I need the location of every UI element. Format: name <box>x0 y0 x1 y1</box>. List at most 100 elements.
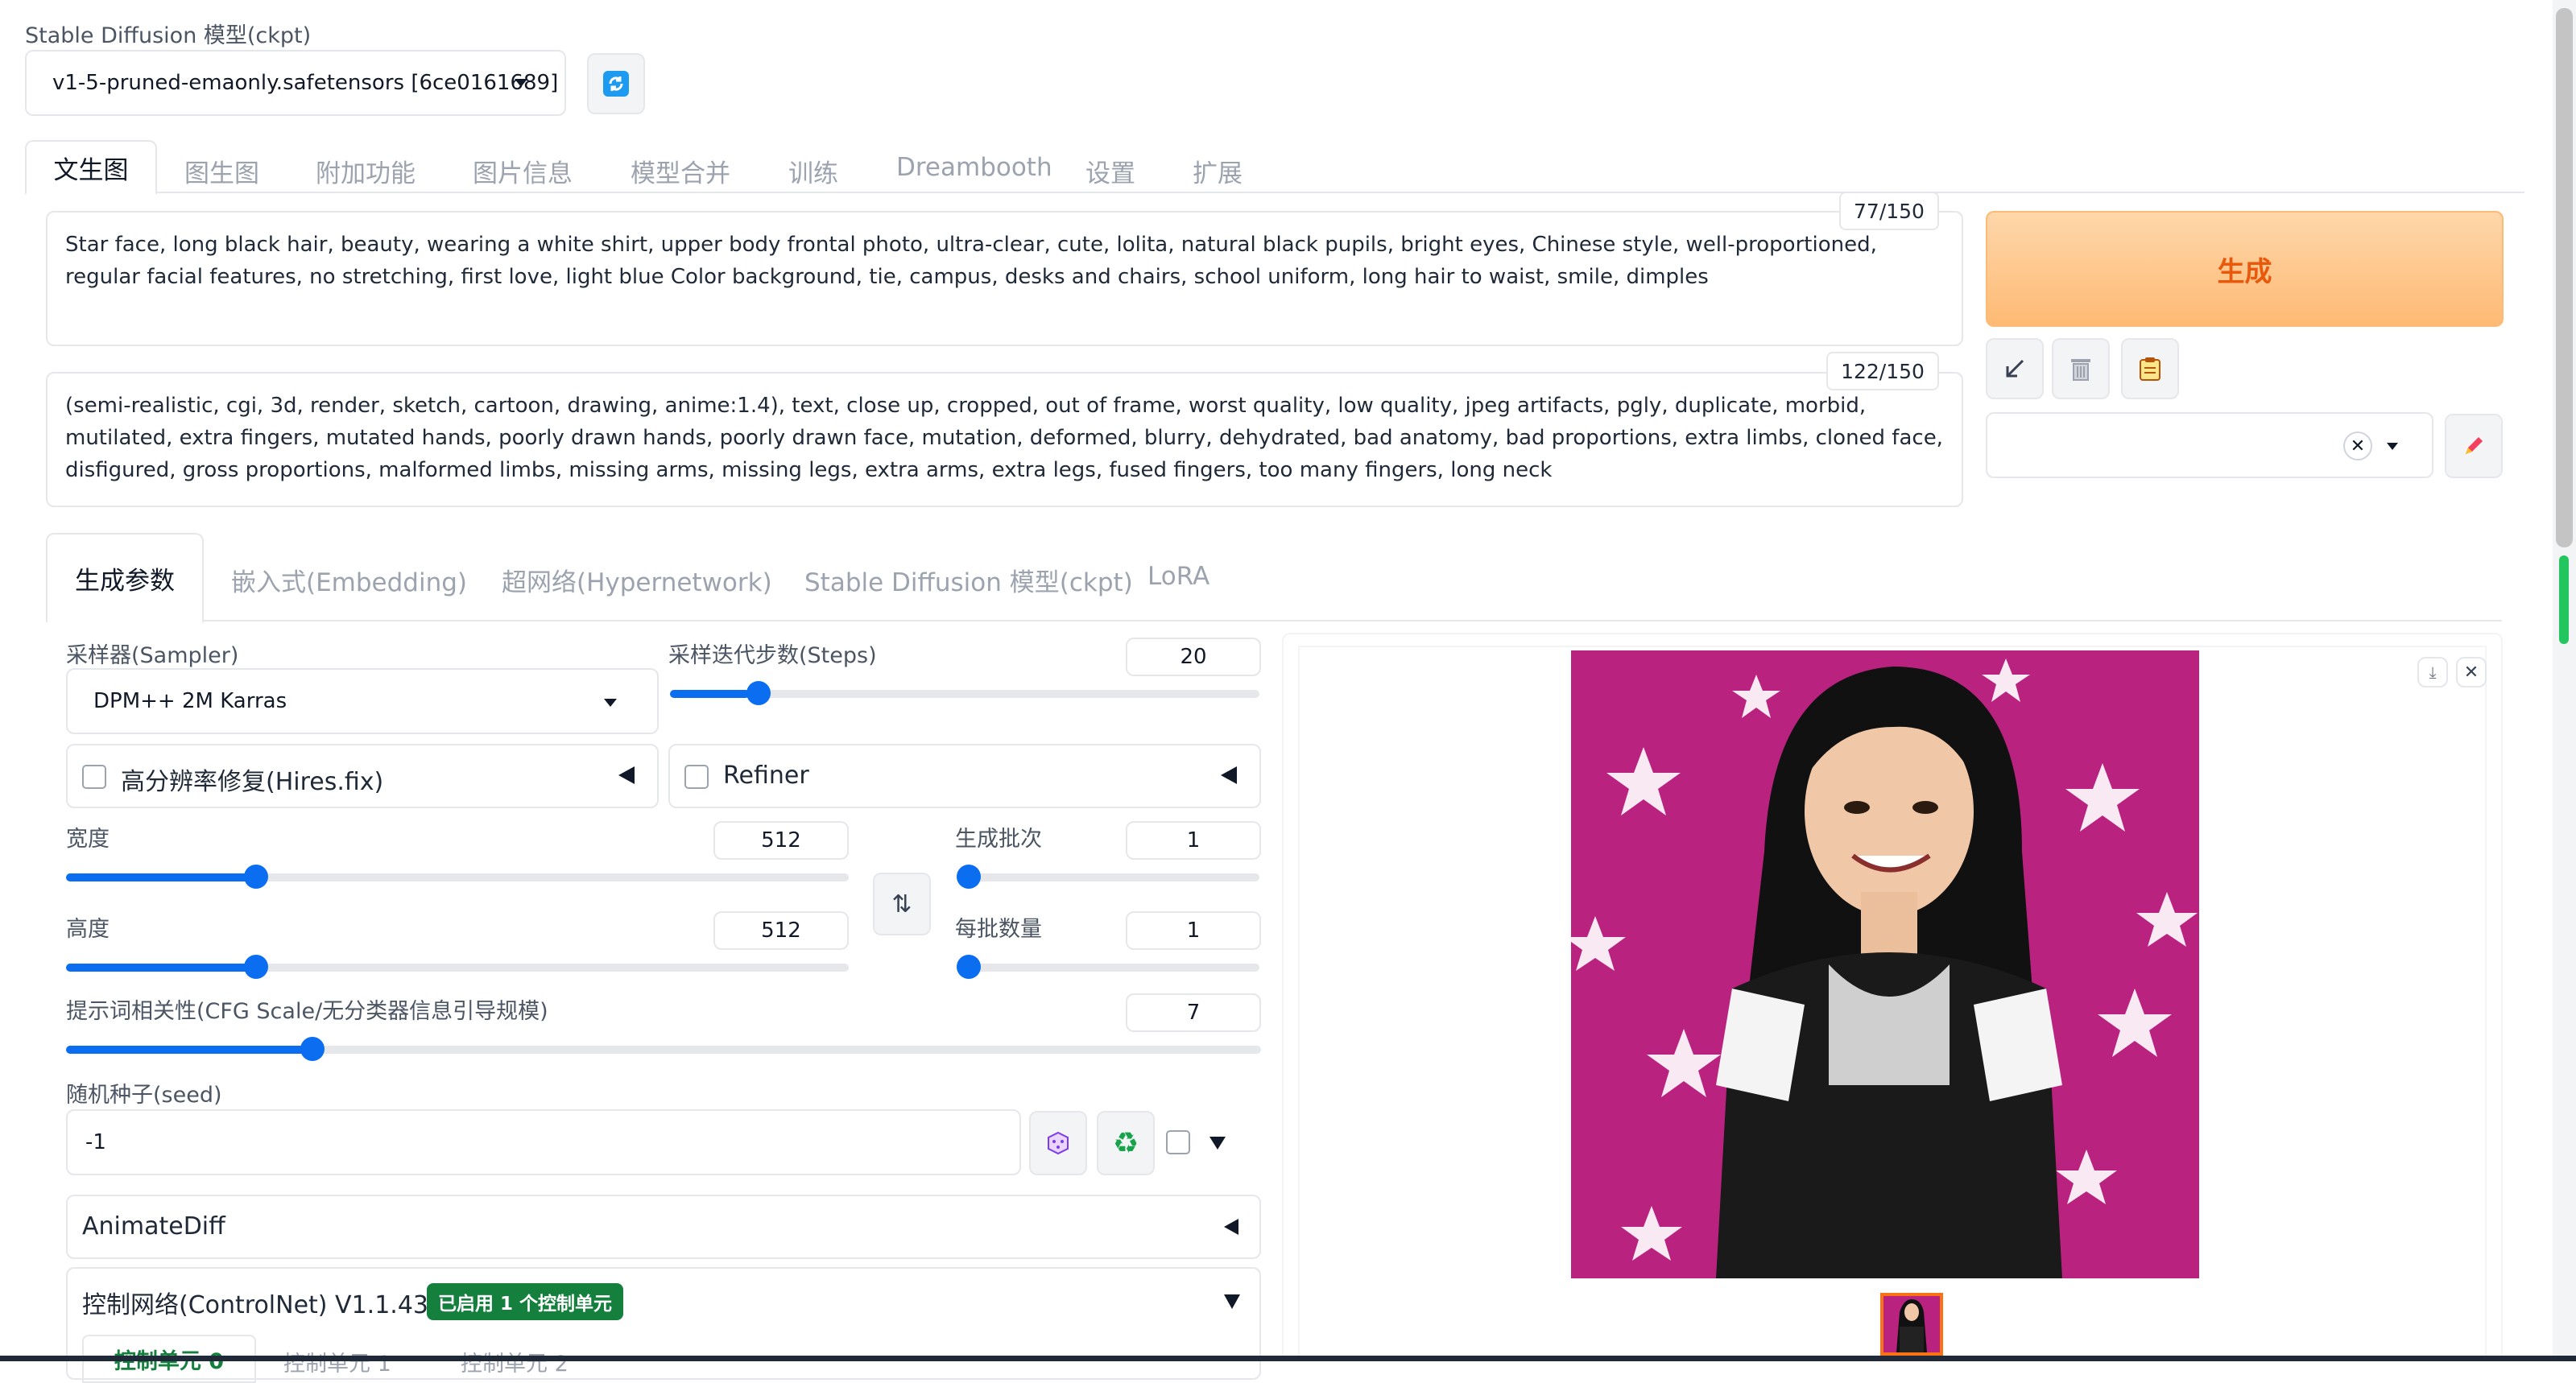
negative-prompt-token-counter: 122/150 <box>1826 352 1939 390</box>
extra-seed-checkbox[interactable] <box>1166 1130 1190 1154</box>
animatediff-accordion[interactable]: AnimateDiff <box>66 1195 1261 1259</box>
chevron-down-icon <box>604 699 617 707</box>
height-input[interactable]: 512 <box>713 911 849 950</box>
refresh-icon <box>603 71 629 97</box>
swap-dimensions-button[interactable]: ⇅ <box>873 873 931 935</box>
negative-prompt-text: (semi-realistic, cgi, 3d, render, sketch… <box>65 394 1943 482</box>
tab-generation-params[interactable]: 生成参数 <box>46 533 204 623</box>
clipboard-icon <box>2140 357 2160 381</box>
batch-size-input[interactable]: 1 <box>1126 911 1261 950</box>
tab-img2img[interactable]: 图生图 <box>184 153 259 189</box>
scrollbar-thumb[interactable] <box>2556 8 2573 547</box>
expand-arrow-icon <box>1224 1294 1240 1309</box>
sampler-label: 采样器(Sampler) <box>66 643 239 668</box>
close-icon[interactable]: ✕ <box>2456 657 2487 687</box>
tab-control-unit-2[interactable]: 控制单元 2 <box>461 1346 569 1377</box>
extra-seed-expand-icon[interactable] <box>1209 1137 1226 1150</box>
sampler-select[interactable]: DPM++ 2M Karras <box>66 668 659 734</box>
styles-select[interactable]: ✕ <box>1986 412 2433 478</box>
read-params-button[interactable] <box>1986 338 2044 399</box>
download-icon[interactable]: ⤓ <box>2417 657 2448 687</box>
sub-tabs: 生成参数 嵌入式(Embedding) 超网络(Hypernetwork) St… <box>46 533 2502 623</box>
hires-fix-checkbox[interactable] <box>82 765 106 789</box>
seed-label: 随机种子(seed) <box>66 1083 222 1108</box>
prompt-token-counter: 77/150 <box>1839 192 1939 230</box>
arrow-down-left-icon <box>2006 359 2024 378</box>
main-tabs: 文生图 图生图 附加功能 图片信息 模型合并 训练 Dreambooth 设置 … <box>25 140 2524 195</box>
hires-fix-accordion[interactable]: 高分辨率修复(Hires.fix) <box>66 744 659 808</box>
generate-button[interactable]: 生成 <box>1986 211 2504 327</box>
refiner-accordion[interactable]: Refiner <box>668 744 1261 808</box>
width-label: 宽度 <box>66 827 110 852</box>
swap-arrows-icon: ⇅ <box>891 890 912 919</box>
sampler-value: DPM++ 2M Karras <box>93 689 287 713</box>
generated-image[interactable] <box>1565 650 2199 1278</box>
seed-input[interactable]: -1 <box>66 1109 1021 1175</box>
collapse-arrow-icon <box>618 766 635 784</box>
collapse-arrow-icon <box>1221 766 1237 784</box>
random-seed-button[interactable] <box>1029 1111 1087 1175</box>
cfg-label: 提示词相关性(CFG Scale/无分类器信息引导规模) <box>66 999 548 1024</box>
edit-styles-button[interactable] <box>2445 414 2503 478</box>
tab-hypernetwork[interactable]: 超网络(Hypernetwork) <box>502 562 772 598</box>
tab-txt2img[interactable]: 文生图 <box>25 140 157 195</box>
tab-lora[interactable]: LoRA <box>1147 562 1209 591</box>
batch-count-label: 生成批次 <box>955 827 1042 852</box>
steps-input[interactable]: 20 <box>1126 638 1261 676</box>
pencil-icon <box>2466 437 2483 454</box>
bottom-bar <box>0 1356 2576 1361</box>
steps-label: 采样迭代步数(Steps) <box>668 643 877 668</box>
tab-train[interactable]: 训练 <box>788 153 838 189</box>
clear-icon[interactable]: ✕ <box>2343 431 2372 460</box>
prompt-text: Star face, long black hair, beauty, wear… <box>65 233 1877 289</box>
reuse-seed-button[interactable]: ♻ <box>1097 1111 1155 1175</box>
steps-slider[interactable] <box>670 678 1259 710</box>
model-select[interactable]: v1-5-pruned-emaonly.safetensors [6ce0161… <box>25 50 566 116</box>
width-input[interactable]: 512 <box>713 821 849 860</box>
trash-icon <box>2071 359 2090 381</box>
dice-icon <box>1048 1131 1069 1155</box>
scroll-indicator <box>2559 555 2569 644</box>
batch-size-label: 每批数量 <box>955 917 1042 942</box>
model-select-value: v1-5-pruned-emaonly.safetensors [6ce0161… <box>52 71 559 95</box>
model-label: Stable Diffusion 模型(ckpt) <box>25 23 312 48</box>
controlnet-enabled-badge: 已启用 1 个控制单元 <box>427 1283 624 1320</box>
tab-extras[interactable]: 附加功能 <box>316 153 416 189</box>
generate-label: 生成 <box>2217 255 2272 288</box>
tab-control-unit-1[interactable]: 控制单元 1 <box>283 1346 391 1377</box>
cfg-input[interactable]: 7 <box>1126 993 1261 1032</box>
apply-styles-button[interactable] <box>2121 338 2179 399</box>
batch-count-input[interactable]: 1 <box>1126 821 1261 860</box>
refiner-checkbox[interactable] <box>684 765 709 789</box>
seed-value: -1 <box>85 1130 106 1154</box>
page-scrollbar[interactable] <box>2553 0 2576 1361</box>
negative-prompt-textarea[interactable]: (semi-realistic, cgi, 3d, render, sketch… <box>46 372 1963 507</box>
chevron-down-icon <box>515 79 527 87</box>
tab-checkpoints[interactable]: Stable Diffusion 模型(ckpt) <box>804 562 1133 598</box>
animatediff-label: AnimateDiff <box>82 1212 225 1241</box>
batch-count-slider[interactable] <box>957 861 1259 894</box>
cfg-slider[interactable] <box>66 1034 1261 1066</box>
clear-prompt-button[interactable] <box>2052 338 2110 399</box>
tab-dreambooth[interactable]: Dreambooth <box>896 153 1052 182</box>
height-slider[interactable] <box>66 952 849 984</box>
hires-fix-label: 高分辨率修复(Hires.fix) <box>121 768 384 796</box>
controlnet-accordion[interactable]: 控制网络(ControlNet) V1.1.431 已启用 1 个控制单元 控制… <box>66 1267 1261 1383</box>
chevron-down-icon <box>2387 443 2398 450</box>
recycle-icon: ♻ <box>1112 1126 1139 1160</box>
tab-png-info[interactable]: 图片信息 <box>473 153 573 189</box>
height-label: 高度 <box>66 917 110 942</box>
gallery-thumbnail[interactable] <box>1880 1293 1943 1356</box>
tab-settings[interactable]: 设置 <box>1085 153 1135 189</box>
controlnet-label: 控制网络(ControlNet) V1.1.431 <box>82 1291 444 1319</box>
prompt-textarea[interactable]: Star face, long black hair, beauty, wear… <box>46 211 1963 346</box>
tab-checkpoint-merger[interactable]: 模型合并 <box>631 153 730 189</box>
output-gallery: ⤓ ✕ <box>1282 633 2503 1361</box>
refresh-model-button[interactable] <box>587 53 645 114</box>
refiner-label: Refiner <box>723 762 809 790</box>
tab-embedding[interactable]: 嵌入式(Embedding) <box>231 562 467 598</box>
width-slider[interactable] <box>66 861 849 894</box>
tab-extensions[interactable]: 扩展 <box>1193 153 1243 189</box>
collapse-arrow-icon <box>1224 1219 1238 1235</box>
batch-size-slider[interactable] <box>957 952 1259 984</box>
